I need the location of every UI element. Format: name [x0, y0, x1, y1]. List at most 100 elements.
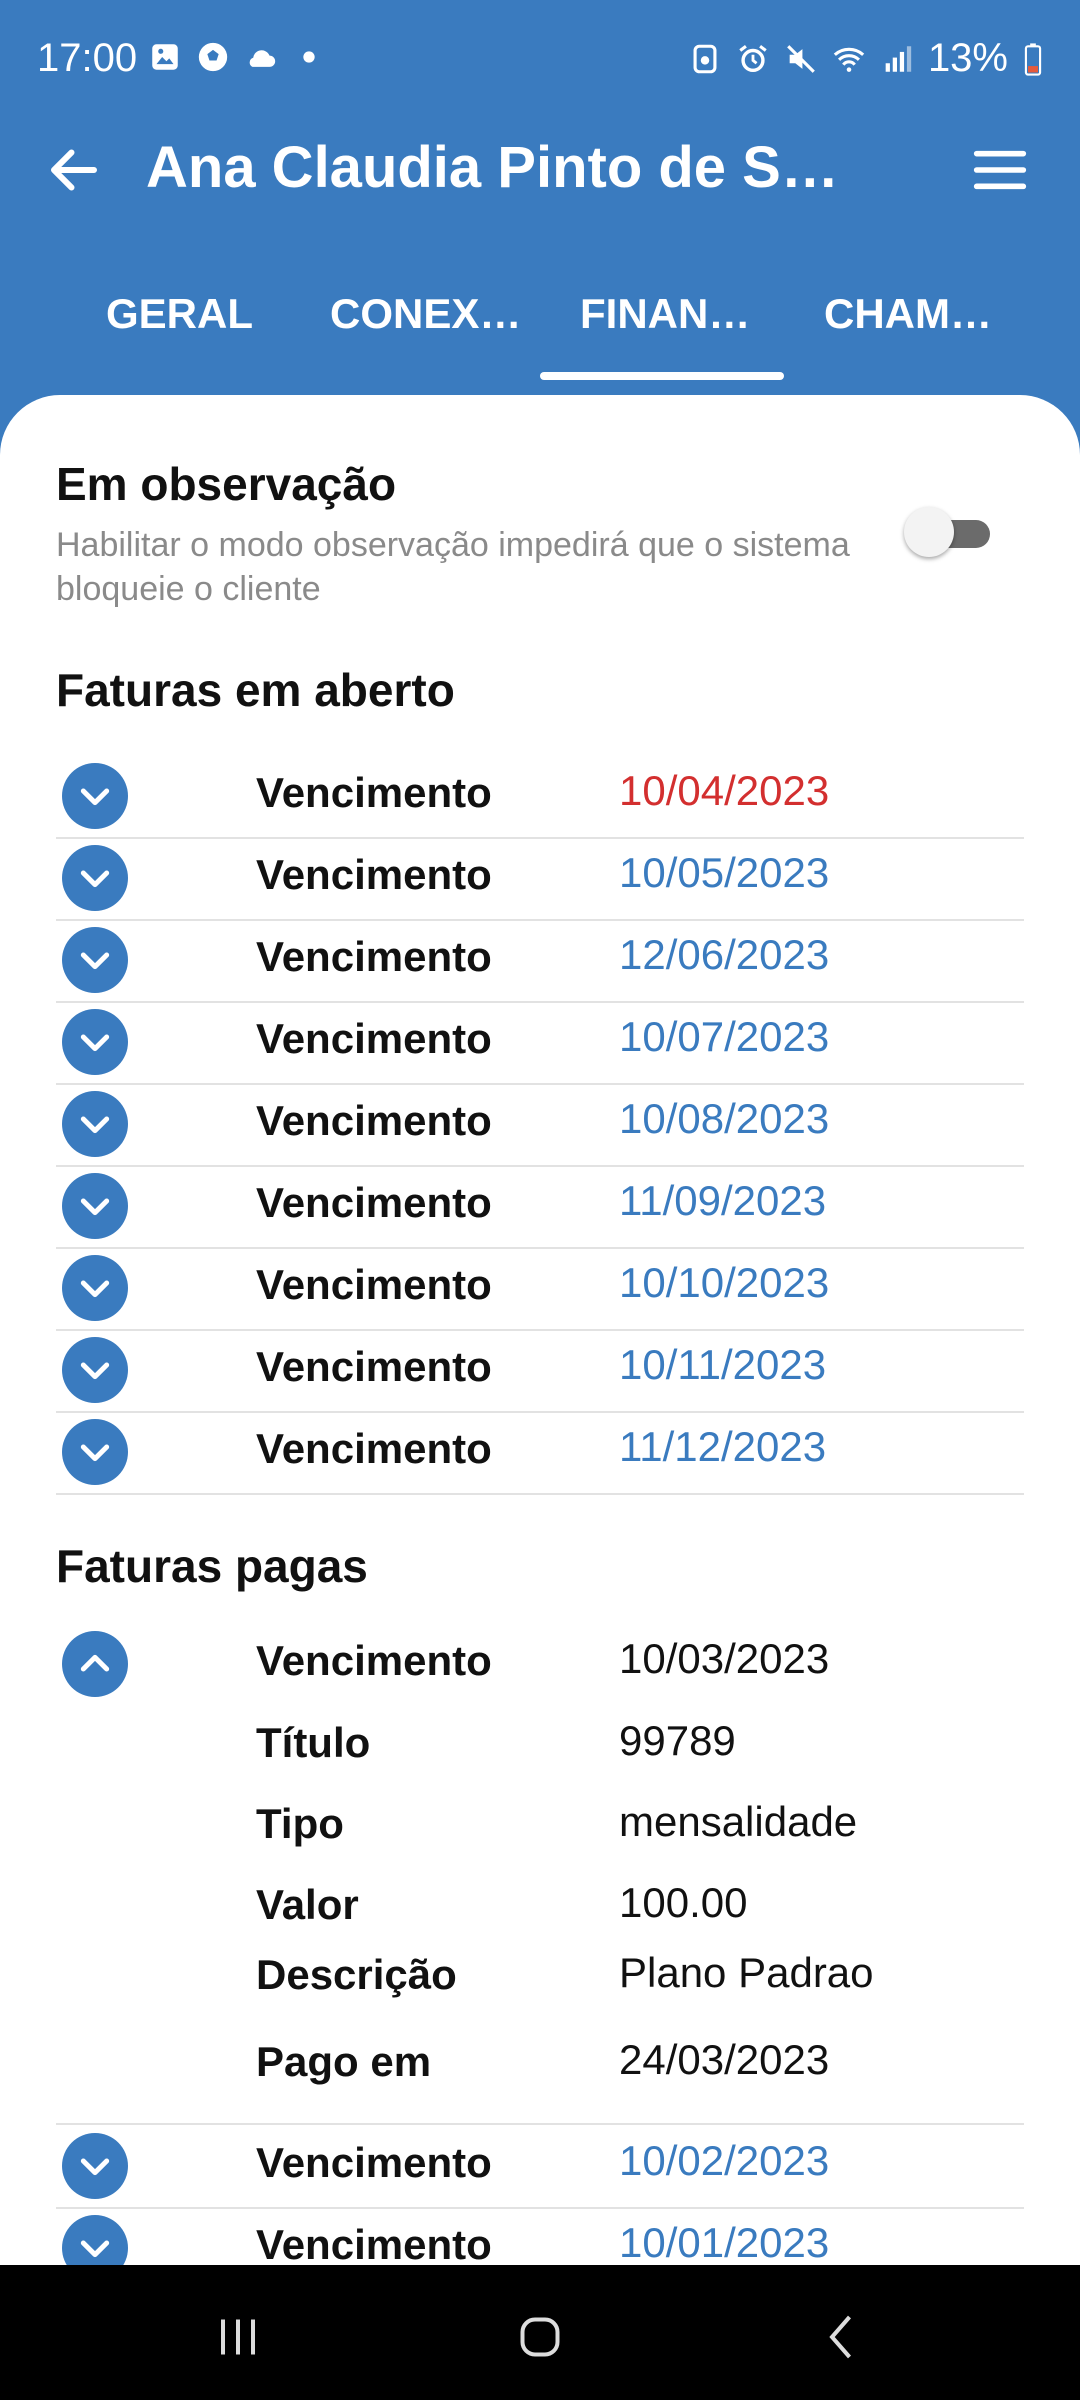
open-invoice-row[interactable]: Vencimento 11/09/2023 — [56, 1165, 1024, 1249]
due-date: 11/12/2023 — [619, 1423, 827, 1470]
open-invoices-title: Faturas em aberto — [56, 664, 455, 716]
hamburger-menu-icon — [973, 150, 1027, 190]
due-label: Vencimento — [256, 769, 492, 816]
due-label: Vencimento — [256, 1343, 492, 1390]
tab-conexao[interactable]: CONEX… — [330, 290, 521, 338]
chevron-left-icon — [829, 2315, 852, 2359]
status-bar: 17:00 13% — [0, 0, 1080, 120]
chevron-down-icon — [80, 952, 110, 970]
detail-value: 99789 — [619, 1717, 736, 1764]
paid-invoices-title: Faturas pagas — [56, 1540, 368, 1592]
observation-title: Em observação — [56, 458, 397, 510]
expand-button[interactable] — [62, 1337, 128, 1403]
recent-apps-button[interactable] — [208, 2307, 268, 2367]
detail-label: Valor — [256, 1881, 359, 1928]
collapse-button[interactable] — [62, 1631, 128, 1697]
detail-value: mensalidade — [619, 1798, 858, 1845]
detail-value: 100.00 — [619, 1879, 748, 1926]
chevron-down-icon — [80, 1034, 110, 1052]
detail-value: 10/03/2023 — [619, 1635, 830, 1682]
wifi-icon — [832, 42, 866, 76]
home-icon — [520, 2317, 560, 2357]
open-invoice-row[interactable]: Vencimento 12/06/2023 — [56, 919, 1024, 1003]
recent-apps-icon — [221, 2319, 255, 2355]
dot-icon — [292, 40, 326, 74]
status-time: 17:00 — [37, 36, 138, 80]
paid-invoice-row[interactable]: Vencimento 10/01/2023 — [56, 2207, 1024, 2265]
expand-button[interactable] — [62, 1091, 128, 1157]
due-date: 10/02/2023 — [619, 2137, 830, 2184]
back-button[interactable] — [44, 140, 104, 200]
due-label: Vencimento — [256, 1179, 492, 1226]
expand-button[interactable] — [62, 2215, 128, 2265]
due-label: Vencimento — [256, 1097, 492, 1144]
paid-invoice-row[interactable]: Vencimento 10/02/2023 — [56, 2125, 1024, 2209]
tab-financeiro[interactable]: FINAN… — [580, 290, 750, 338]
due-label: Vencimento — [256, 2139, 492, 2186]
paid-invoice-expanded: Vencimento 10/03/2023 Título 99789 Tipo … — [56, 1631, 1024, 2125]
open-invoice-row[interactable]: Vencimento 10/04/2023 — [56, 755, 1024, 839]
open-invoice-row[interactable]: Vencimento 10/08/2023 — [56, 1083, 1024, 1167]
expand-button[interactable] — [62, 927, 128, 993]
expand-button[interactable] — [62, 1419, 128, 1485]
home-button[interactable] — [510, 2307, 570, 2367]
chevron-down-icon — [80, 1116, 110, 1134]
menu-button[interactable] — [970, 142, 1030, 198]
expand-button[interactable] — [62, 845, 128, 911]
detail-label: Tipo — [256, 1800, 344, 1847]
due-date: 10/11/2023 — [619, 1341, 827, 1388]
nfc-icon — [688, 42, 722, 76]
detail-value: 24/03/2023 — [619, 2036, 830, 2083]
due-label: Vencimento — [256, 1015, 492, 1062]
open-invoice-row[interactable]: Vencimento 11/12/2023 — [56, 1411, 1024, 1495]
arrow-left-icon — [51, 149, 97, 191]
chevron-down-icon — [80, 870, 110, 888]
expand-button[interactable] — [62, 1173, 128, 1239]
chevron-down-icon — [80, 2240, 110, 2258]
due-date: 10/10/2023 — [619, 1259, 830, 1306]
battery-icon — [1022, 42, 1044, 76]
expand-button[interactable] — [62, 1009, 128, 1075]
due-label: Vencimento — [256, 2221, 492, 2265]
cloud-icon — [244, 40, 278, 74]
detail-label: Pago em — [256, 2038, 432, 2085]
status-system-icons: 13% — [688, 36, 1044, 81]
due-label: Vencimento — [256, 933, 492, 980]
observation-description: Habilitar o modo observação impedirá que… — [56, 526, 850, 608]
tab-geral[interactable]: GERAL — [106, 290, 253, 338]
detail-value: Plano Padrao — [619, 1949, 874, 1996]
due-label: Vencimento — [256, 851, 492, 898]
detail-label: Título — [256, 1719, 371, 1766]
tab-bar: GERAL CONEX… FINAN… CHAM… — [0, 270, 1080, 380]
open-invoice-row[interactable]: Vencimento 10/10/2023 — [56, 1247, 1024, 1331]
system-back-button[interactable] — [812, 2307, 872, 2367]
chevron-down-icon — [80, 2158, 110, 2176]
chevron-up-icon — [80, 1654, 110, 1672]
battery-percent: 13% — [927, 36, 1008, 80]
due-label: Vencimento — [256, 1425, 492, 1472]
chevron-down-icon — [80, 1362, 110, 1380]
due-date: 10/04/2023 — [619, 767, 830, 814]
toggle-knob — [904, 507, 954, 557]
due-date: 12/06/2023 — [619, 931, 830, 978]
expand-button[interactable] — [62, 1255, 128, 1321]
due-date: 10/07/2023 — [619, 1013, 830, 1060]
open-invoice-row[interactable]: Vencimento 10/07/2023 — [56, 1001, 1024, 1085]
chevron-down-icon — [80, 1280, 110, 1298]
due-label: Vencimento — [256, 1261, 492, 1308]
expand-button[interactable] — [62, 763, 128, 829]
mute-icon — [784, 42, 818, 76]
tab-chamados[interactable]: CHAM… — [824, 290, 992, 338]
open-invoice-row[interactable]: Vencimento 10/05/2023 — [56, 837, 1024, 921]
app-header: Ana Claudia Pinto de So… — [0, 120, 1080, 220]
active-tab-indicator — [540, 372, 784, 380]
status-notification-icons — [148, 40, 326, 74]
page-title: Ana Claudia Pinto de So… — [146, 135, 866, 200]
signal-icon — [880, 42, 914, 76]
chevron-down-icon — [80, 1198, 110, 1216]
open-invoice-row[interactable]: Vencimento 10/11/2023 — [56, 1329, 1024, 1413]
observation-toggle[interactable] — [904, 507, 992, 557]
expand-button[interactable] — [62, 2133, 128, 2199]
due-date: 11/09/2023 — [619, 1177, 827, 1224]
alarm-icon — [736, 42, 770, 76]
